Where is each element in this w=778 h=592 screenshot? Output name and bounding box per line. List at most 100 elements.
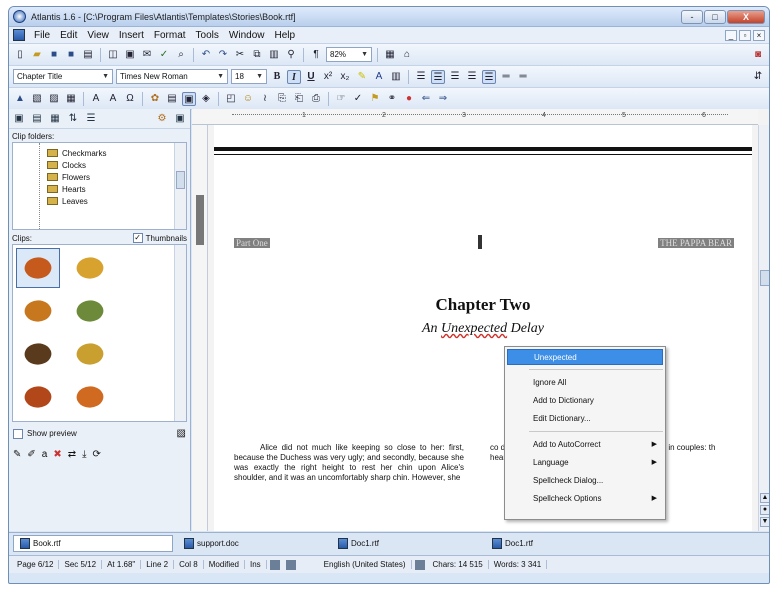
- doc-restore-button[interactable]: ▫: [739, 29, 751, 41]
- redo-icon[interactable]: ↷: [216, 48, 230, 62]
- document-page[interactable]: Part One THE PAPPA BEAR Chapter Two An U…: [214, 125, 752, 531]
- border-icon[interactable]: ▥: [389, 70, 403, 84]
- check-icon[interactable]: ✓: [351, 92, 365, 106]
- tab-book[interactable]: Book.rtf: [13, 535, 173, 552]
- folder-item[interactable]: Checkmarks: [47, 147, 186, 159]
- drawing-icon[interactable]: ◈: [199, 92, 213, 106]
- insert-clip-icon[interactable]: ✎: [13, 449, 21, 460]
- ignore-all-item[interactable]: Ignore All: [507, 375, 663, 391]
- smiley-icon[interactable]: ☺: [241, 92, 255, 106]
- menu-view[interactable]: View: [82, 30, 114, 41]
- subscript-icon[interactable]: x₂: [338, 70, 352, 84]
- justify-icon[interactable]: ☰: [465, 70, 479, 84]
- search-binoculars-icon[interactable]: ⚲: [284, 48, 298, 62]
- menu-window[interactable]: Window: [224, 30, 270, 41]
- insert-picture-icon[interactable]: ▧: [30, 92, 44, 106]
- menu-insert[interactable]: Insert: [114, 30, 149, 41]
- align-left-icon[interactable]: ☰: [414, 70, 428, 84]
- clip-art-icon[interactable]: ✿: [148, 92, 162, 106]
- symbol-icon[interactable]: Ω: [123, 92, 137, 106]
- spellcheck-status-icon[interactable]: [414, 559, 425, 570]
- clip-folders-tree[interactable]: Checkmarks Clocks Flowers Hearts Leaves: [12, 142, 187, 230]
- copy-icon[interactable]: ⧉: [250, 48, 264, 62]
- hyperlink-icon[interactable]: ⚭: [385, 92, 399, 106]
- open-folder-icon[interactable]: ▰: [30, 48, 44, 62]
- clip-item[interactable]: [68, 248, 112, 288]
- misspelled-word[interactable]: Unexpected: [441, 321, 507, 336]
- forward-arrow-icon[interactable]: ⇒: [436, 92, 450, 106]
- print-icon[interactable]: ▣: [123, 48, 137, 62]
- close-button[interactable]: X: [727, 9, 765, 24]
- tab-doc1[interactable]: Doc1.rtf: [331, 535, 481, 552]
- style-select[interactable]: Chapter Title ▼: [13, 69, 113, 84]
- indent-increase-icon[interactable]: ═: [516, 70, 530, 84]
- font-grow-icon[interactable]: A: [89, 92, 103, 106]
- font-shrink-icon[interactable]: A: [106, 92, 120, 106]
- edit-clip-icon[interactable]: ✐: [27, 449, 35, 460]
- bookmark-icon[interactable]: ⚑: [368, 92, 382, 106]
- back-arrow-icon[interactable]: ⇐: [419, 92, 433, 106]
- page-view-icon[interactable]: ▦: [383, 48, 397, 62]
- options-gear-icon[interactable]: ⚙: [155, 112, 169, 126]
- move-clip-icon[interactable]: ⇄: [68, 449, 76, 460]
- preview-pane-icon[interactable]: ▧: [177, 428, 186, 439]
- tab-doc1-second[interactable]: Doc1.rtf: [485, 535, 635, 552]
- clip-item[interactable]: [68, 334, 112, 374]
- italic-button[interactable]: I: [287, 69, 301, 84]
- save-icon[interactable]: ■: [47, 48, 61, 62]
- new-document-icon[interactable]: ▯: [13, 48, 27, 62]
- vertical-ruler[interactable]: [192, 125, 208, 531]
- clip-gallery-icon[interactable]: ▣: [182, 91, 196, 106]
- horizontal-ruler[interactable]: 1 2 3 4 5 6: [192, 109, 758, 125]
- line-spacing-icon[interactable]: ☰: [482, 69, 496, 84]
- add-to-dictionary-item[interactable]: Add to Dictionary: [507, 393, 663, 409]
- hand-icon[interactable]: ☞: [334, 92, 348, 106]
- clip-gallery-tab-icon[interactable]: ▣: [12, 112, 26, 126]
- thumbnails-checkbox[interactable]: ✓ Thumbnails: [132, 233, 187, 243]
- panel-close-icon[interactable]: ▣: [173, 112, 187, 126]
- language-item[interactable]: Language ▶: [507, 455, 663, 471]
- doc-map-tab-icon[interactable]: ▤: [30, 112, 44, 126]
- align-right-icon[interactable]: ☰: [448, 70, 462, 84]
- add-to-autocorrect-item[interactable]: Add to AutoCorrect ▶: [507, 437, 663, 453]
- print-preview-icon[interactable]: ◫: [106, 48, 120, 62]
- maximize-button[interactable]: □: [704, 9, 726, 24]
- shapes-icon[interactable]: ◰: [224, 92, 238, 106]
- font-color-icon[interactable]: A: [372, 70, 386, 84]
- underline-button[interactable]: U: [304, 70, 318, 84]
- clip-item[interactable]: [68, 291, 112, 331]
- document-icon[interactable]: [13, 29, 25, 41]
- bold-button[interactable]: B: [270, 70, 284, 84]
- home-icon[interactable]: ⌂: [400, 48, 414, 62]
- menu-file[interactable]: File: [29, 30, 55, 41]
- menu-tools[interactable]: Tools: [191, 30, 224, 41]
- menu-edit[interactable]: Edit: [55, 30, 82, 41]
- align-center-icon[interactable]: ☰: [431, 69, 445, 84]
- refresh-clip-icon[interactable]: ⟳: [93, 449, 101, 460]
- import-clip-icon[interactable]: ⤓: [82, 449, 86, 460]
- paste-icon[interactable]: ▥: [267, 48, 281, 62]
- folder-item[interactable]: Leaves: [47, 195, 186, 207]
- sort-tab-icon[interactable]: ⇅: [66, 112, 80, 126]
- insert-textbox-icon[interactable]: ▤: [165, 92, 179, 106]
- clips-scrollbar[interactable]: [174, 245, 186, 421]
- rename-clip-icon[interactable]: a: [42, 449, 48, 460]
- find-icon[interactable]: ⌕: [174, 48, 188, 62]
- styles-tab-icon[interactable]: ▦: [48, 112, 62, 126]
- lines-icon[interactable]: ≀: [258, 92, 272, 106]
- folder-item[interactable]: Clocks: [47, 159, 186, 171]
- highlight-icon[interactable]: ✎: [355, 70, 369, 84]
- folders-scrollbar[interactable]: [174, 143, 186, 229]
- browse-object-icon[interactable]: ●: [760, 505, 769, 515]
- templates-icon[interactable]: ▤: [81, 48, 95, 62]
- minimize-button[interactable]: -: [681, 9, 703, 24]
- options-icon[interactable]: ◙: [751, 48, 765, 62]
- folder-item[interactable]: Hearts: [47, 183, 186, 195]
- spellcheck-dialog-item[interactable]: Spellcheck Dialog...: [507, 473, 663, 489]
- folder-item[interactable]: Flowers: [47, 171, 186, 183]
- list-tab-icon[interactable]: ☰: [84, 112, 98, 126]
- column-break-icon[interactable]: ⎙: [309, 92, 323, 106]
- email-icon[interactable]: ✉: [140, 48, 154, 62]
- menu-help[interactable]: Help: [269, 30, 300, 41]
- scroll-thumb[interactable]: [760, 270, 769, 286]
